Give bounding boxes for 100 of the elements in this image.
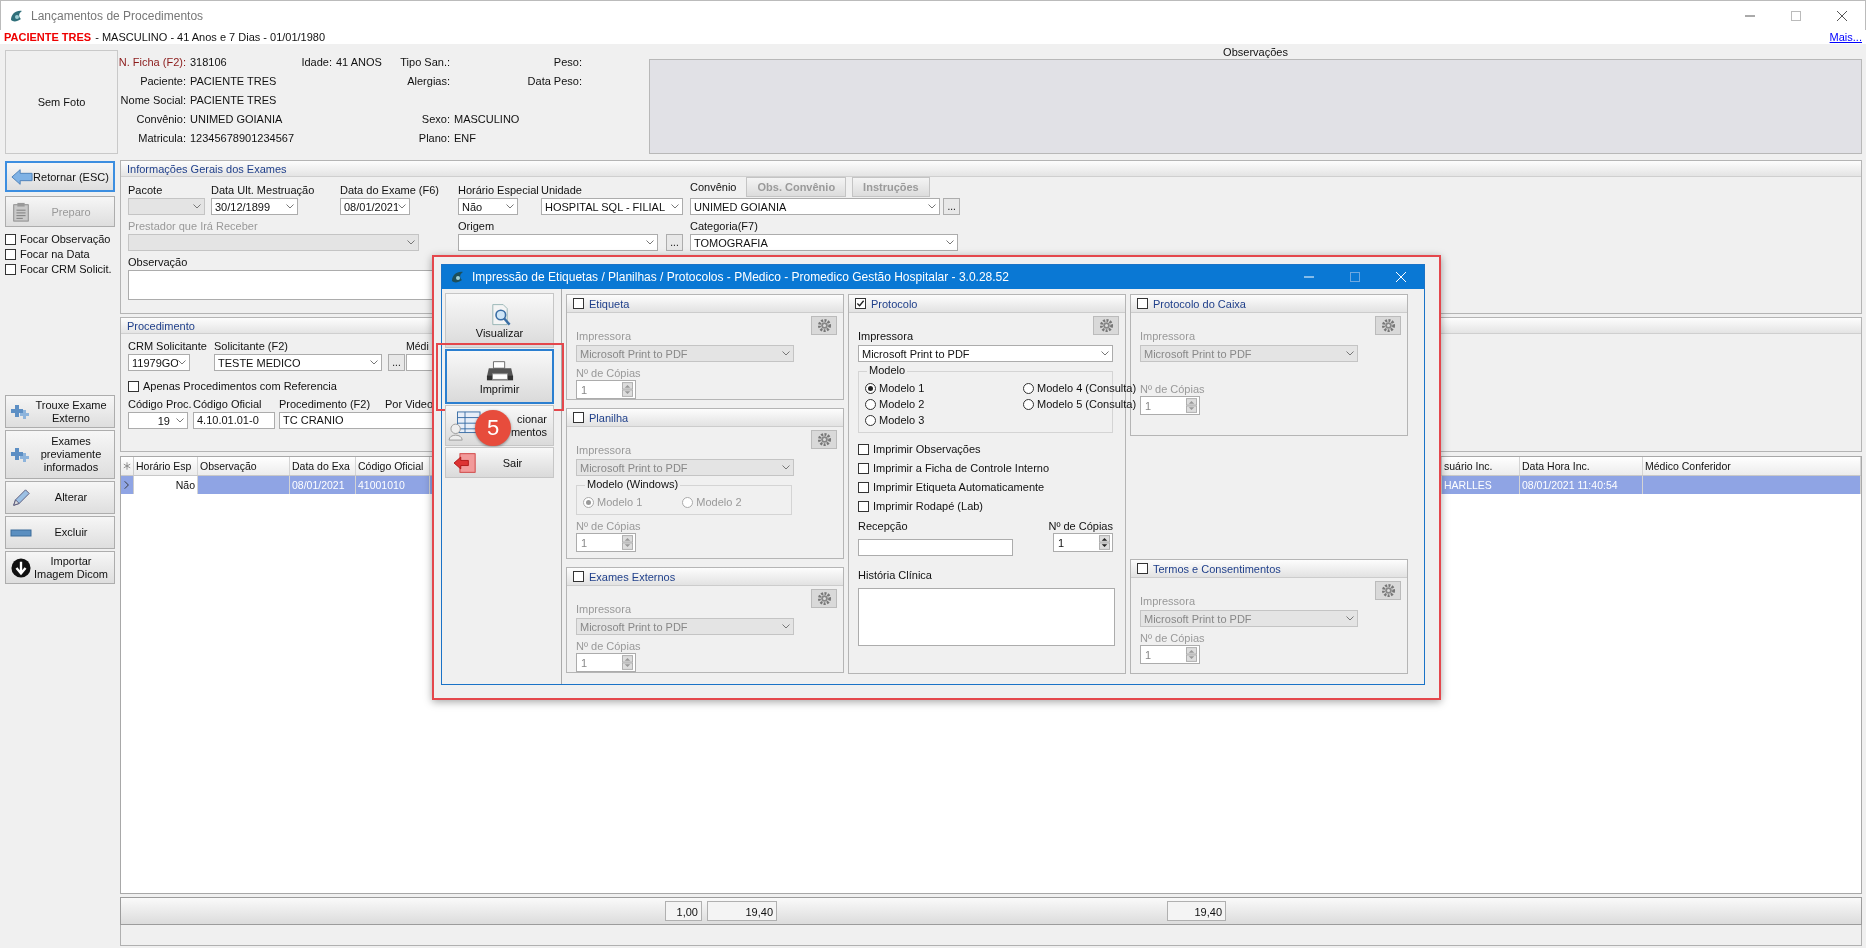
- spin-field[interactable]: 1: [1140, 396, 1200, 415]
- action-button[interactable]: Trouxe Exame Externo: [5, 395, 115, 428]
- more-link[interactable]: Mais...: [1829, 31, 1862, 43]
- spin-field[interactable]: 1: [1053, 533, 1113, 552]
- checkbox[interactable]: [573, 571, 584, 582]
- checkbox[interactable]: [5, 248, 16, 260]
- checkbox-label: Imprimir Rodapé (Lab): [873, 500, 984, 512]
- caret-icon: [782, 624, 790, 629]
- checkbox[interactable]: [858, 481, 869, 493]
- checkbox[interactable]: [858, 500, 869, 512]
- radio-label: Modelo 5 (Consulta): [1037, 398, 1137, 410]
- caret-icon: [646, 240, 654, 245]
- action-button[interactable]: Exames previamente informados: [5, 430, 115, 479]
- settings-button[interactable]: [811, 589, 837, 608]
- field-label: Nº de Cópias: [1048, 519, 1113, 533]
- dialog-action-button[interactable]: Visualizar: [445, 293, 554, 348]
- dropdown[interactable]: 11979GO: [128, 354, 190, 371]
- spinner-icon: [622, 382, 633, 397]
- field-label: Data do Exame (F6): [340, 183, 441, 197]
- column-header[interactable]: Médico Conferidor: [1643, 457, 1861, 475]
- settings-button[interactable]: [811, 430, 837, 449]
- dropdown[interactable]: Microsoft Print to PDF: [858, 345, 1113, 362]
- field-label: Observação: [128, 255, 189, 269]
- field-value: MASCULINO: [454, 112, 521, 125]
- caret-icon: [782, 351, 790, 356]
- text-field[interactable]: 4.10.01.01-0: [193, 412, 275, 429]
- dropdown[interactable]: 19: [128, 412, 188, 429]
- action-button[interactable]: Importar Imagem Dicom: [5, 551, 115, 584]
- checkbox-label: Focar CRM Solicit.: [20, 263, 112, 275]
- dialog-action-button[interactable]: Imprimir: [445, 349, 554, 404]
- observations-field[interactable]: [649, 59, 1862, 154]
- radio-button[interactable]: [865, 398, 876, 410]
- settings-button[interactable]: [1375, 316, 1401, 335]
- clipboard-icon: [10, 201, 32, 222]
- column-header[interactable]: Observação: [198, 457, 290, 475]
- checkbox[interactable]: [858, 462, 869, 474]
- window-title: Lançamentos de Procedimentos: [31, 8, 204, 23]
- field-label: Nº de Cópias: [576, 366, 642, 380]
- field-label: Impressora: [576, 602, 633, 616]
- radio-button[interactable]: [1023, 398, 1034, 410]
- field-label: Por Video: [385, 397, 435, 411]
- dropdown[interactable]: 30/12/1899: [211, 198, 298, 215]
- checkbox[interactable]: [5, 263, 16, 275]
- dropdown[interactable]: 08/01/2021: [340, 198, 410, 215]
- field-label: Plano:: [417, 131, 450, 144]
- radio-button[interactable]: [682, 496, 694, 508]
- checkbox[interactable]: [128, 380, 139, 392]
- dropdown[interactable]: HOSPITAL SQL - FILIAL: [541, 198, 683, 215]
- field-label: Recepção: [858, 519, 909, 533]
- spin-field[interactable]: 1: [576, 653, 636, 672]
- column-header[interactable]: Data Hora Inc.: [1520, 457, 1643, 475]
- spin-field[interactable]: 1: [576, 380, 636, 399]
- column-header[interactable]: Código Oficial: [356, 457, 430, 475]
- column-header[interactable]: Horário Esp: [134, 457, 198, 475]
- column-header[interactable]: Data do Exa: [290, 457, 356, 475]
- settings-button[interactable]: [1093, 316, 1119, 335]
- field-label: Origem: [458, 219, 496, 233]
- panel-title: Protocolo: [871, 297, 918, 310]
- browse-button[interactable]: ...: [666, 234, 683, 251]
- spin-field[interactable]: 1: [1140, 645, 1200, 664]
- dropdown[interactable]: TOMOGRAFIA: [690, 234, 958, 251]
- checkbox[interactable]: [1137, 298, 1148, 309]
- radio-button[interactable]: [865, 382, 876, 394]
- dropdown[interactable]: UNIMED GOIANIA: [690, 198, 941, 215]
- checkbox[interactable]: [573, 298, 584, 309]
- photo-button[interactable]: Sem Foto: [5, 50, 118, 154]
- dropdown[interactable]: Não: [458, 198, 518, 215]
- caret-icon: [286, 204, 294, 209]
- field-label: Impressora: [576, 443, 633, 457]
- field-label: Médi: [406, 339, 430, 353]
- browse-button[interactable]: ...: [388, 354, 405, 371]
- field-value: ENF: [454, 131, 477, 144]
- settings-button[interactable]: [1375, 581, 1401, 600]
- text-field[interactable]: [858, 539, 1013, 556]
- checkbox[interactable]: [5, 233, 16, 245]
- table-cell: 41001010: [356, 476, 430, 494]
- radio-button[interactable]: [583, 496, 594, 508]
- action-button[interactable]: Alterar: [5, 481, 115, 514]
- radio-button[interactable]: [1023, 382, 1034, 394]
- spin-field[interactable]: 1: [576, 533, 636, 552]
- checkbox-label: Focar na Data: [20, 248, 90, 260]
- checkbox[interactable]: [573, 412, 584, 423]
- caret-icon: [1346, 616, 1354, 621]
- checkbox[interactable]: [858, 443, 869, 455]
- action-button[interactable]: Excluir: [5, 516, 115, 549]
- radio-label: Modelo 2: [696, 496, 742, 508]
- dialog-action-button[interactable]: Sair: [445, 447, 554, 478]
- checkbox-label: Focar Observação: [20, 233, 111, 245]
- radio-button[interactable]: [865, 414, 876, 426]
- field-value: 12345678901234567: [190, 131, 292, 144]
- dropdown[interactable]: TESTE MEDICO: [214, 354, 382, 371]
- checkbox-label: Imprimir Observações: [873, 443, 981, 455]
- column-header[interactable]: suário Inc.: [1442, 457, 1520, 475]
- field-label: Convênio:: [135, 112, 186, 125]
- return-button[interactable]: Retornar (ESC): [5, 161, 115, 192]
- browse-button[interactable]: ...: [943, 198, 960, 215]
- panel-title: Exames Externos: [589, 570, 676, 583]
- settings-button[interactable]: [811, 316, 837, 335]
- checkbox[interactable]: [1137, 563, 1148, 574]
- checkbox[interactable]: [855, 298, 866, 309]
